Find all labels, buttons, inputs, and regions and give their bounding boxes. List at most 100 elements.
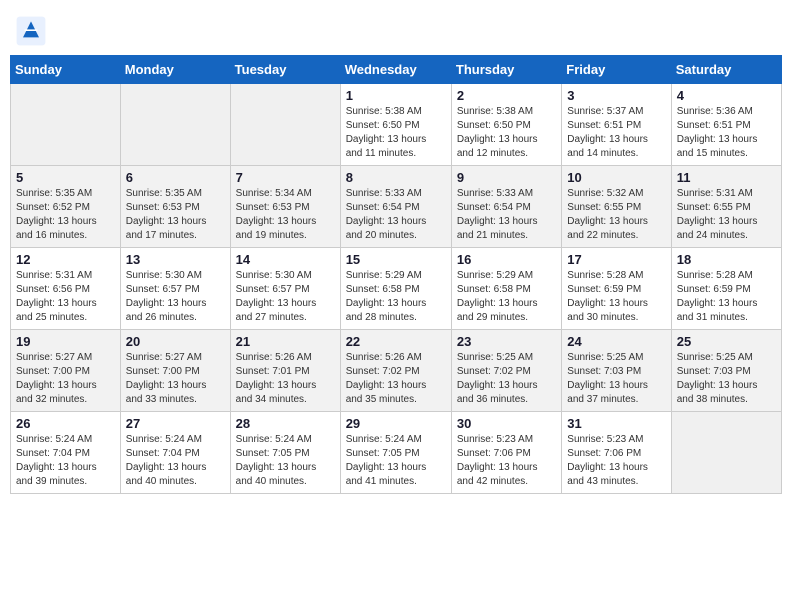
calendar-cell: 4 Sunrise: 5:36 AM Sunset: 6:51 PM Daylig…	[671, 84, 781, 166]
day-info: Sunrise: 5:33 AM Sunset: 6:54 PM Dayligh…	[346, 187, 446, 243]
logo-icon	[15, 15, 47, 47]
day-number: 3	[567, 88, 665, 103]
calendar-week-1: 5Sunrise: 5:35 AM Sunset: 6:52 PM Daylig…	[11, 166, 782, 248]
calendar-cell: 16 Sunrise: 5:29 AM Sunset: 6:58 PM Dayli…	[451, 248, 561, 330]
calendar-cell: 20Sunrise: 5:27 AM Sunset: 7:00 PM Dayli…	[120, 330, 230, 412]
weekday-header-sunday: Sunday	[11, 56, 121, 84]
calendar-week-3: 19 Sunrise: 5:27 AM Sunset: 7:00 PM Dayli…	[11, 330, 782, 412]
weekday-header-wednesday: Wednesday	[340, 56, 451, 84]
calendar-week-0: 1 Sunrise: 5:38 AM Sunset: 6:50 PM Daylig…	[11, 84, 782, 166]
day-info: Sunrise: 5:25 AM Sunset: 7:03 PM Dayligh…	[677, 351, 776, 407]
day-info: Sunrise: 5:31 AM Sunset: 6:55 PM Dayligh…	[677, 187, 776, 243]
day-info: Sunrise: 5:23 AM Sunset: 7:06 PM Dayligh…	[457, 433, 556, 489]
day-info: Sunrise: 5:28 AM Sunset: 6:59 PM Dayligh…	[677, 269, 776, 325]
day-info: Sunrise: 5:30 AM Sunset: 6:57 PM Dayligh…	[236, 269, 335, 325]
calendar-cell: 27 Sunrise: 5:24 AM Sunset: 7:04 PM Dayli…	[120, 412, 230, 494]
day-info: Sunrise: 5:24 AM Sunset: 7:05 PM Dayligh…	[346, 433, 446, 489]
calendar-cell: 12 Sunrise: 5:31 AM Sunset: 6:56 PM Dayli…	[11, 248, 121, 330]
day-number: 12	[16, 252, 115, 267]
calendar-cell	[120, 84, 230, 166]
calendar-cell: 29 Sunrise: 5:24 AM Sunset: 7:05 PM Dayli…	[340, 412, 451, 494]
calendar-cell: 26 Sunrise: 5:24 AM Sunset: 7:04 PM Dayli…	[11, 412, 121, 494]
calendar-cell	[230, 84, 340, 166]
day-info: Sunrise: 5:30 AM Sunset: 6:57 PM Dayligh…	[126, 269, 225, 325]
logo	[15, 15, 49, 47]
calendar-week-2: 12 Sunrise: 5:31 AM Sunset: 6:56 PM Dayli…	[11, 248, 782, 330]
calendar-cell: 5Sunrise: 5:35 AM Sunset: 6:52 PM Daylig…	[11, 166, 121, 248]
calendar-cell: 7Sunrise: 5:34 AM Sunset: 6:53 PM Daylig…	[230, 166, 340, 248]
calendar-cell: 15 Sunrise: 5:29 AM Sunset: 6:58 PM Dayli…	[340, 248, 451, 330]
calendar-cell: 13 Sunrise: 5:30 AM Sunset: 6:57 PM Dayli…	[120, 248, 230, 330]
day-number: 23	[457, 334, 556, 349]
day-info: Sunrise: 5:23 AM Sunset: 7:06 PM Dayligh…	[567, 433, 665, 489]
weekday-header-tuesday: Tuesday	[230, 56, 340, 84]
day-info: Sunrise: 5:24 AM Sunset: 7:04 PM Dayligh…	[16, 433, 115, 489]
calendar-cell: 1 Sunrise: 5:38 AM Sunset: 6:50 PM Daylig…	[340, 84, 451, 166]
day-number: 28	[236, 416, 335, 431]
weekday-header-thursday: Thursday	[451, 56, 561, 84]
day-info: Sunrise: 5:25 AM Sunset: 7:02 PM Dayligh…	[457, 351, 556, 407]
calendar-cell: 30 Sunrise: 5:23 AM Sunset: 7:06 PM Dayli…	[451, 412, 561, 494]
calendar-cell: 28 Sunrise: 5:24 AM Sunset: 7:05 PM Dayli…	[230, 412, 340, 494]
calendar-body: 1 Sunrise: 5:38 AM Sunset: 6:50 PM Daylig…	[11, 84, 782, 494]
day-number: 6	[126, 170, 225, 185]
day-info: Sunrise: 5:29 AM Sunset: 6:58 PM Dayligh…	[346, 269, 446, 325]
day-info: Sunrise: 5:34 AM Sunset: 6:53 PM Dayligh…	[236, 187, 335, 243]
weekday-header-saturday: Saturday	[671, 56, 781, 84]
day-number: 29	[346, 416, 446, 431]
calendar-cell: 24Sunrise: 5:25 AM Sunset: 7:03 PM Dayli…	[562, 330, 671, 412]
calendar-cell: 3Sunrise: 5:37 AM Sunset: 6:51 PM Daylig…	[562, 84, 671, 166]
weekday-row: SundayMondayTuesdayWednesdayThursdayFrid…	[11, 56, 782, 84]
day-number: 27	[126, 416, 225, 431]
day-info: Sunrise: 5:24 AM Sunset: 7:04 PM Dayligh…	[126, 433, 225, 489]
day-info: Sunrise: 5:33 AM Sunset: 6:54 PM Dayligh…	[457, 187, 556, 243]
day-number: 17	[567, 252, 665, 267]
day-number: 16	[457, 252, 556, 267]
calendar-table: SundayMondayTuesdayWednesdayThursdayFrid…	[10, 55, 782, 494]
day-info: Sunrise: 5:24 AM Sunset: 7:05 PM Dayligh…	[236, 433, 335, 489]
day-number: 1	[346, 88, 446, 103]
calendar-cell: 19 Sunrise: 5:27 AM Sunset: 7:00 PM Dayli…	[11, 330, 121, 412]
calendar-cell: 10 Sunrise: 5:32 AM Sunset: 6:55 PM Dayli…	[562, 166, 671, 248]
day-number: 15	[346, 252, 446, 267]
calendar-cell: 18 Sunrise: 5:28 AM Sunset: 6:59 PM Dayli…	[671, 248, 781, 330]
weekday-header-monday: Monday	[120, 56, 230, 84]
day-number: 4	[677, 88, 776, 103]
day-number: 2	[457, 88, 556, 103]
day-number: 21	[236, 334, 335, 349]
day-number: 20	[126, 334, 225, 349]
calendar-cell	[671, 412, 781, 494]
day-number: 18	[677, 252, 776, 267]
day-number: 10	[567, 170, 665, 185]
calendar-cell: 23 Sunrise: 5:25 AM Sunset: 7:02 PM Dayli…	[451, 330, 561, 412]
day-number: 26	[16, 416, 115, 431]
calendar-cell: 2 Sunrise: 5:38 AM Sunset: 6:50 PM Daylig…	[451, 84, 561, 166]
calendar-cell: 14Sunrise: 5:30 AM Sunset: 6:57 PM Dayli…	[230, 248, 340, 330]
calendar-cell: 21Sunrise: 5:26 AM Sunset: 7:01 PM Dayli…	[230, 330, 340, 412]
weekday-header-friday: Friday	[562, 56, 671, 84]
calendar-cell	[11, 84, 121, 166]
day-info: Sunrise: 5:38 AM Sunset: 6:50 PM Dayligh…	[457, 105, 556, 161]
day-number: 31	[567, 416, 665, 431]
day-number: 9	[457, 170, 556, 185]
day-info: Sunrise: 5:35 AM Sunset: 6:53 PM Dayligh…	[126, 187, 225, 243]
calendar-cell: 8 Sunrise: 5:33 AM Sunset: 6:54 PM Daylig…	[340, 166, 451, 248]
calendar-cell: 6 Sunrise: 5:35 AM Sunset: 6:53 PM Daylig…	[120, 166, 230, 248]
calendar-week-4: 26 Sunrise: 5:24 AM Sunset: 7:04 PM Dayli…	[11, 412, 782, 494]
day-number: 13	[126, 252, 225, 267]
day-number: 30	[457, 416, 556, 431]
day-info: Sunrise: 5:31 AM Sunset: 6:56 PM Dayligh…	[16, 269, 115, 325]
day-info: Sunrise: 5:32 AM Sunset: 6:55 PM Dayligh…	[567, 187, 665, 243]
day-number: 19	[16, 334, 115, 349]
page-header	[10, 10, 782, 47]
day-info: Sunrise: 5:27 AM Sunset: 7:00 PM Dayligh…	[16, 351, 115, 407]
calendar-cell: 31 Sunrise: 5:23 AM Sunset: 7:06 PM Dayli…	[562, 412, 671, 494]
day-number: 8	[346, 170, 446, 185]
day-info: Sunrise: 5:29 AM Sunset: 6:58 PM Dayligh…	[457, 269, 556, 325]
calendar-cell: 17Sunrise: 5:28 AM Sunset: 6:59 PM Dayli…	[562, 248, 671, 330]
day-info: Sunrise: 5:25 AM Sunset: 7:03 PM Dayligh…	[567, 351, 665, 407]
day-number: 25	[677, 334, 776, 349]
day-info: Sunrise: 5:38 AM Sunset: 6:50 PM Dayligh…	[346, 105, 446, 161]
day-info: Sunrise: 5:36 AM Sunset: 6:51 PM Dayligh…	[677, 105, 776, 161]
calendar-cell: 22Sunrise: 5:26 AM Sunset: 7:02 PM Dayli…	[340, 330, 451, 412]
